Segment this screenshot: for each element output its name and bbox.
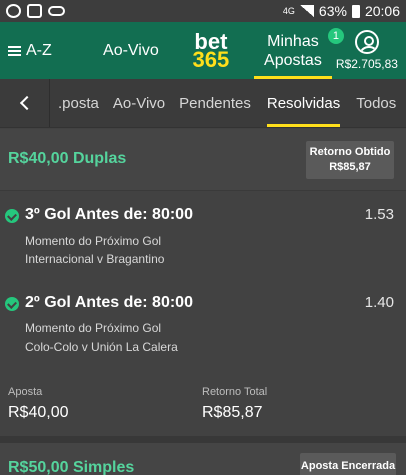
signal-icon — [299, 5, 314, 17]
bet-card-header[interactable]: R$40,00 Duplas Retorno Obtido R$85,87 — [0, 129, 406, 191]
az-menu-button[interactable]: A-Z — [0, 42, 86, 60]
bet-selection: 2º Gol Antes de: 80:00 1.40 Momento do P… — [0, 284, 406, 378]
bet-summary: Aposta R$40,00 Retorno Total R$85,87 — [0, 378, 406, 436]
battery-icon — [351, 4, 360, 18]
whatsapp-icon — [6, 4, 21, 18]
hamburger-icon — [8, 45, 21, 56]
logo-text-bottom: 365 — [192, 46, 230, 72]
notification-icons — [6, 4, 65, 18]
bet-title: R$40,00 Duplas — [8, 150, 127, 167]
check-circle-icon — [5, 297, 19, 311]
chevron-left-icon — [19, 95, 34, 111]
tab-live[interactable]: Ao-Vivo — [113, 79, 165, 127]
tab-settled[interactable]: Resolvidas — [266, 79, 341, 127]
account-balance: R$2.705,83 — [335, 57, 398, 71]
selection-market: Momento do Próximo Gol — [25, 234, 162, 248]
az-menu-label: A-Z — [26, 41, 52, 59]
selection-event: Internacional v Bragantino — [25, 252, 165, 266]
tab-pending[interactable]: Pendentes — [179, 79, 251, 127]
stake-label: Aposta — [8, 386, 43, 398]
selection-odds: 1.40 — [364, 294, 394, 311]
bet-title: R$50,00 Simples — [8, 459, 135, 475]
check-circle-icon — [5, 209, 19, 223]
my-bets-label-line2: Apostas — [264, 52, 322, 69]
bet365-logo[interactable]: bet 365 — [176, 30, 246, 72]
stake-value: R$40,00 — [8, 404, 69, 421]
selection-event: Colo-Colo v Unión La Calera — [25, 340, 178, 354]
status-bar: 4G 63% 20:06 — [0, 0, 406, 22]
battery-percent: 63% — [318, 3, 347, 19]
bet-closed-badge: Aposta Encerrada — [300, 453, 396, 475]
my-bets-label-line1: Minhas — [267, 33, 319, 50]
bet-selection: 3º Gol Antes de: 80:00 1.53 Momento do P… — [0, 192, 406, 284]
return-obtained-value: R$85,87 — [329, 161, 371, 173]
selection-name: 3º Gol Antes de: 80:00 — [25, 206, 193, 223]
tabs-scroll-back-button[interactable] — [0, 79, 50, 127]
app-header: A-Z Ao-Vivo bet 365 Minhas Apostas 1 R$2… — [0, 22, 406, 79]
clock: 20:06 — [364, 3, 400, 19]
my-bets-count-badge: 1 — [327, 28, 344, 44]
network-type: 4G — [282, 6, 295, 16]
total-return-label: Retorno Total — [202, 386, 268, 398]
selection-name: 2º Gol Antes de: 80:00 — [25, 294, 193, 311]
voicemail-icon — [48, 6, 65, 16]
my-bets-nav-link[interactable]: Minhas Apostas 1 — [253, 22, 344, 79]
selection-market: Momento do Próximo Gol — [25, 321, 162, 335]
live-nav-link[interactable]: Ao-Vivo — [92, 42, 170, 60]
return-obtained-label: Retorno Obtido — [309, 146, 391, 158]
tab-all[interactable]: Todos — [356, 79, 396, 127]
image-icon — [27, 4, 42, 18]
selection-odds: 1.53 — [364, 206, 394, 223]
total-return-value: R$85,87 — [202, 404, 263, 421]
tab-cash-out[interactable]: .posta — [58, 79, 99, 127]
bets-filter-tabs: .posta Ao-Vivo Pendentes Resolvidas Todo… — [0, 79, 406, 128]
card-divider — [0, 436, 406, 443]
return-obtained-box: Retorno Obtido R$85,87 — [306, 141, 394, 179]
user-icon — [354, 30, 379, 54]
bet-card-header[interactable]: R$50,00 Simples Aposta Encerrada — [0, 443, 406, 475]
